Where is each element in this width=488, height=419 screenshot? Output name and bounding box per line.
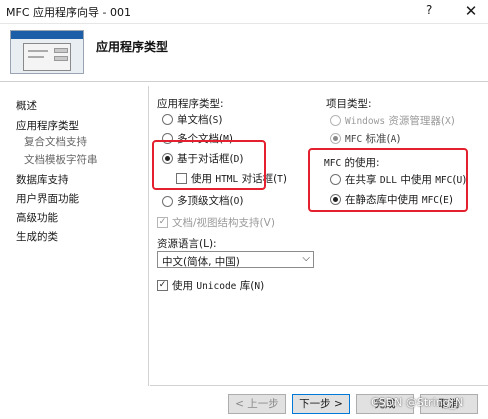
- sidebar-item-advanced-features[interactable]: 高级功能: [16, 210, 58, 225]
- resource-language-value: 中文(简体, 中国): [162, 256, 240, 268]
- next-button[interactable]: 下一步 >: [292, 394, 350, 414]
- use-unicode-label[interactable]: 使用 Unicode 库(N): [172, 278, 264, 293]
- docview-support-checkbox[interactable]: ✓: [157, 217, 168, 228]
- multiple-top-level-label[interactable]: 多顶级文档(O): [177, 193, 243, 208]
- mfc-standard-radio[interactable]: [330, 133, 341, 144]
- highlight-box-dialog-based: [152, 140, 266, 190]
- sidebar-item-doc-template-strings[interactable]: 文档模板字符串: [24, 152, 98, 167]
- windows-explorer-radio[interactable]: [330, 115, 341, 126]
- sidebar-item-database-support[interactable]: 数据库支持: [16, 172, 69, 187]
- multiple-top-level-radio[interactable]: [162, 196, 173, 207]
- sidebar-item-compound-document[interactable]: 复合文档支持: [24, 134, 87, 149]
- window-title: MFC 应用程序向导 - 001: [6, 6, 131, 19]
- resource-language-select[interactable]: 中文(简体, 中国) ⌵: [157, 251, 314, 268]
- sidebar-item-application-type[interactable]: 应用程序类型: [16, 118, 79, 133]
- mfc-standard-label: MFC 标准(A): [345, 133, 401, 145]
- app-type-label: 应用程序类型:: [157, 98, 224, 110]
- watermark: CSDN @String_N: [371, 396, 464, 409]
- close-button[interactable]: ✕: [460, 1, 482, 21]
- resource-language-label: 资源语言(L):: [157, 238, 217, 250]
- single-document-radio[interactable]: [162, 114, 173, 125]
- help-button[interactable]: ?: [426, 3, 432, 17]
- windows-explorer-label: Windows 资源管理器(X): [345, 115, 455, 127]
- wizard-header: 应用程序类型: [0, 24, 488, 82]
- sidebar-divider: [148, 86, 149, 386]
- sidebar-item-user-interface[interactable]: 用户界面功能: [16, 191, 79, 206]
- single-document-label[interactable]: 单文档(S): [177, 112, 222, 127]
- title-bar: MFC 应用程序向导 - 001 ? ✕: [0, 0, 488, 24]
- chevron-down-icon: ⌵: [302, 253, 310, 264]
- previous-button[interactable]: < 上一步: [228, 394, 286, 414]
- footer-divider: [150, 385, 488, 386]
- use-unicode-checkbox[interactable]: ✓: [157, 280, 168, 291]
- project-type-label: 项目类型:: [326, 98, 372, 110]
- sidebar-item-generated-classes[interactable]: 生成的类: [16, 229, 58, 244]
- docview-support-label: 文档/视图结构支持(V): [172, 217, 275, 229]
- page-title: 应用程序类型: [96, 40, 169, 54]
- wizard-thumbnail-image: [10, 30, 84, 74]
- sidebar-item-overview[interactable]: 概述: [16, 98, 37, 113]
- highlight-box-mfc-use: [308, 148, 468, 212]
